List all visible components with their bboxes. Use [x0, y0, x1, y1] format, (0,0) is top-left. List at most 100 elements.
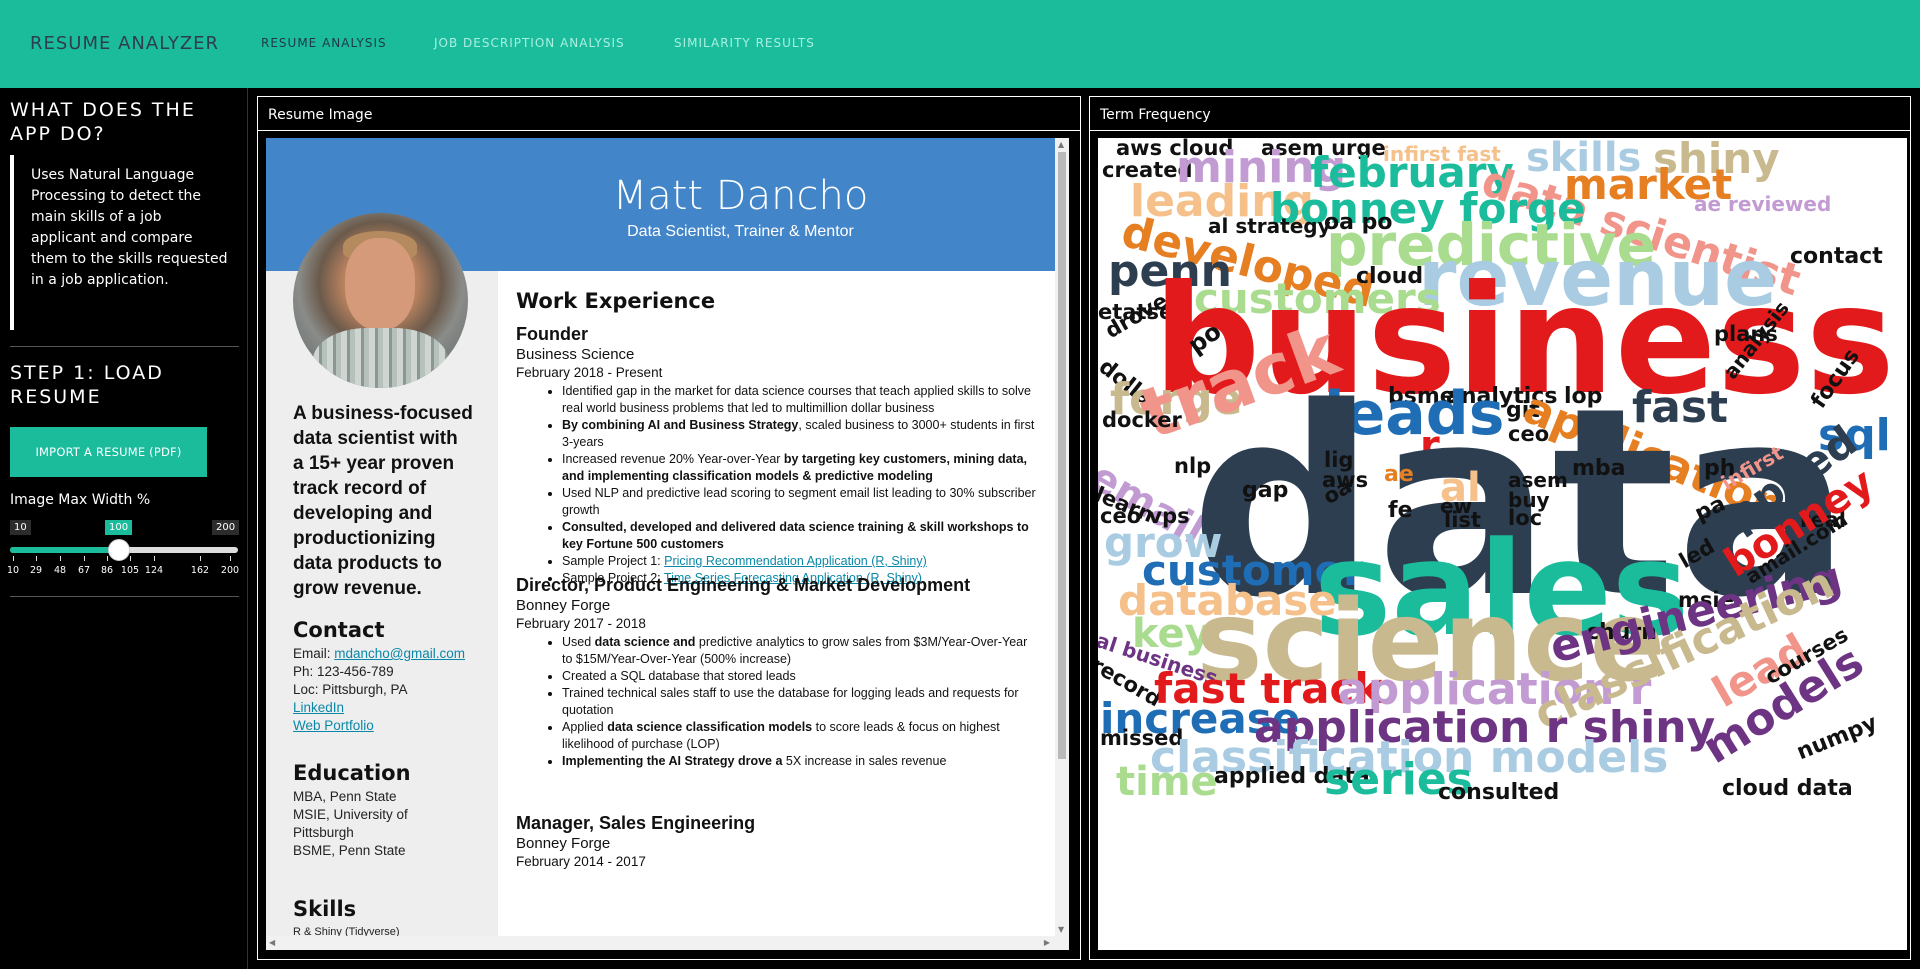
slider-tick-label: 86: [100, 565, 114, 576]
import-resume-button[interactable]: IMPORT A RESUME (PDF): [10, 427, 207, 477]
job-bullet: By combining AI and Business Strategy, s…: [562, 417, 1036, 451]
job-entry: Founder Business Science February 2018 -…: [516, 323, 1036, 587]
slider-tick: [107, 556, 108, 561]
resume-image-panel: Resume Image Matt Dancho Data Scientist,…: [257, 96, 1081, 960]
email-link[interactable]: mdancho@gmail.com: [334, 646, 465, 661]
job-dates: February 2018 - Present: [516, 365, 663, 380]
wordcloud-term: gap: [1242, 478, 1289, 503]
slider-tick-label: 105: [120, 565, 140, 576]
panel-divider: [1090, 130, 1910, 131]
wordcloud-term: numpy: [1793, 710, 1881, 766]
slider-tick: [60, 556, 61, 561]
slider-tick: [84, 556, 85, 561]
slider-tick-label: 48: [53, 565, 67, 576]
resume-right-column: Work Experience Founder Business Science…: [498, 271, 1055, 950]
vertical-scrollbar[interactable]: ▲ ▼: [1055, 138, 1069, 950]
tab-resume-analysis[interactable]: RESUME ANALYSIS: [261, 36, 387, 50]
sidebar: WHAT DOES THE APP DO? Uses Natural Langu…: [0, 88, 248, 969]
tab-similarity-results[interactable]: SIMILARITY RESULTS: [674, 36, 815, 50]
education-heading: Education: [293, 761, 411, 785]
job-company: Bonney Forge: [516, 597, 611, 614]
width-slider-handle[interactable]: [108, 539, 130, 561]
resume-image-viewer[interactable]: Matt Dancho Data Scientist, Trainer & Me…: [266, 138, 1069, 950]
slider-max-label: 200: [212, 520, 240, 535]
slider-label: Image Max Width %: [10, 492, 151, 508]
web-portfolio-link[interactable]: Web Portfolio: [293, 717, 374, 736]
panel-divider: [258, 130, 1080, 131]
linkedin-link[interactable]: LinkedIn: [293, 699, 344, 718]
education-item: MSIE, University of: [293, 807, 408, 822]
wordcloud-term: ae: [1384, 462, 1414, 487]
job-bullet: Identified gap in the market for data sc…: [562, 383, 1036, 417]
step1-heading: STEP 1: LOAD RESUME: [10, 362, 164, 408]
slider-min-label: 10: [10, 520, 31, 535]
education-item: Pittsburgh: [293, 825, 354, 840]
job-bullet: Consulted, developed and delivered data …: [562, 519, 1036, 553]
divider: [10, 596, 239, 597]
wordcloud-term: cloud data: [1722, 776, 1853, 801]
job-bullet: Trained technical sales staff to use the…: [562, 685, 1036, 719]
term-frequency-wordcloud: aws cloud asem urge infirst fast skills shin…: [1098, 138, 1907, 950]
resume-left-column: A business-focused data scientist with a…: [266, 213, 498, 950]
app-root: RESUME ANALYZER RESUME ANALYSIS JOB DESC…: [0, 0, 1920, 969]
job-title: Founder: [516, 324, 588, 344]
slider-tick: [13, 556, 14, 561]
resume-summary: A business-focused data scientist with a…: [293, 403, 473, 599]
job-company: Business Science: [516, 346, 635, 363]
slider-tick-label: 10: [6, 565, 20, 576]
job-bullet: Used data science and predictive analyti…: [562, 634, 1036, 668]
tab-job-description-analysis[interactable]: JOB DESCRIPTION ANALYSIS: [434, 36, 625, 50]
wordcloud-term: ae reviewed: [1694, 192, 1832, 216]
slider-tick: [200, 556, 201, 561]
project-link[interactable]: Pricing Recommendation Application (R, S…: [664, 554, 927, 568]
slider-tick: [230, 556, 231, 561]
job-bullet: Used NLP and predictive lead scoring to …: [562, 485, 1036, 519]
job-dates: February 2014 - 2017: [516, 854, 646, 869]
slider-tick-label: 29: [29, 565, 43, 576]
job-bullet: Created a SQL database that stored leads: [562, 668, 1036, 685]
scroll-left-icon[interactable]: ◀: [269, 938, 275, 947]
scroll-right-icon[interactable]: ▶: [1044, 938, 1050, 947]
job-bullet: Implementing the AI Strategy drove a 5X …: [562, 753, 1036, 770]
slider-value-label: 100: [105, 520, 133, 535]
slider-tick: [154, 556, 155, 561]
scrollbar-thumb[interactable]: [1058, 152, 1066, 759]
contact-phone: Ph: 123-456-789: [293, 664, 394, 679]
slider-tick-label: 124: [144, 565, 164, 576]
term-frequency-panel: Term Frequency aws cloud asem urge infirst…: [1089, 96, 1911, 960]
job-entry: Manager, Sales Engineering Bonney Forge …: [516, 812, 1036, 871]
skills-heading: Skills: [293, 897, 357, 921]
top-navbar: RESUME ANALYZER RESUME ANALYSIS JOB DESC…: [0, 0, 1920, 88]
job-bullet: Increased revenue 20% Year-over-Year by …: [562, 451, 1036, 485]
scroll-down-icon[interactable]: ▼: [1058, 925, 1064, 934]
slider-tick-label: 200: [220, 565, 240, 576]
slider-tick: [36, 556, 37, 561]
wordcloud-term: nlp: [1174, 454, 1212, 478]
wordcloud-term: consulted: [1438, 780, 1560, 805]
education-item: BSME, Penn State: [293, 843, 406, 858]
horizontal-scrollbar[interactable]: ◀ ▶: [266, 936, 1055, 950]
job-title: Manager, Sales Engineering: [516, 813, 756, 833]
education-item: MBA, Penn State: [293, 789, 397, 804]
app-brand[interactable]: RESUME ANALYZER: [30, 33, 219, 54]
job-dates: February 2017 - 2018: [516, 616, 646, 631]
wordcloud-term: time: [1116, 759, 1218, 805]
wordcloud-term: mba: [1572, 456, 1626, 481]
work-heading: Work Experience: [516, 289, 716, 313]
resume-photo: [293, 213, 468, 388]
slider-tick-label: 67: [77, 565, 91, 576]
scroll-up-icon[interactable]: ▲: [1058, 140, 1064, 149]
slider-tick: [130, 556, 131, 561]
panel-title: Term Frequency: [1100, 107, 1211, 123]
job-bullet: Sample Project 1: Pricing Recommendation…: [562, 553, 1036, 570]
divider: [10, 346, 239, 347]
job-bullets: Identified gap in the market for data sc…: [562, 383, 1036, 587]
job-entry: Director, Product Engineering & Market D…: [516, 574, 1036, 770]
contact-location: Loc: Pittsburgh, PA: [293, 682, 408, 697]
wordcloud-term: docker: [1102, 408, 1182, 432]
contact-email: Email: mdancho@gmail.com: [293, 646, 466, 661]
what-heading: WHAT DOES THE APP DO?: [10, 99, 196, 145]
panel-title: Resume Image: [268, 107, 373, 123]
width-slider-fill: [10, 547, 119, 553]
slider-tick-label: 162: [190, 565, 210, 576]
